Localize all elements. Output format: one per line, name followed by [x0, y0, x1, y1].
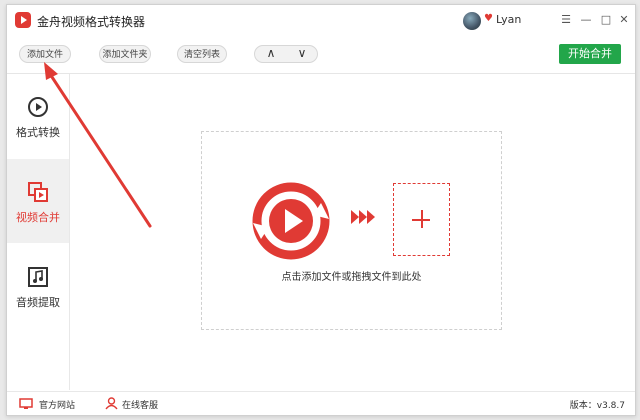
annotation-arrow-icon	[44, 62, 152, 228]
